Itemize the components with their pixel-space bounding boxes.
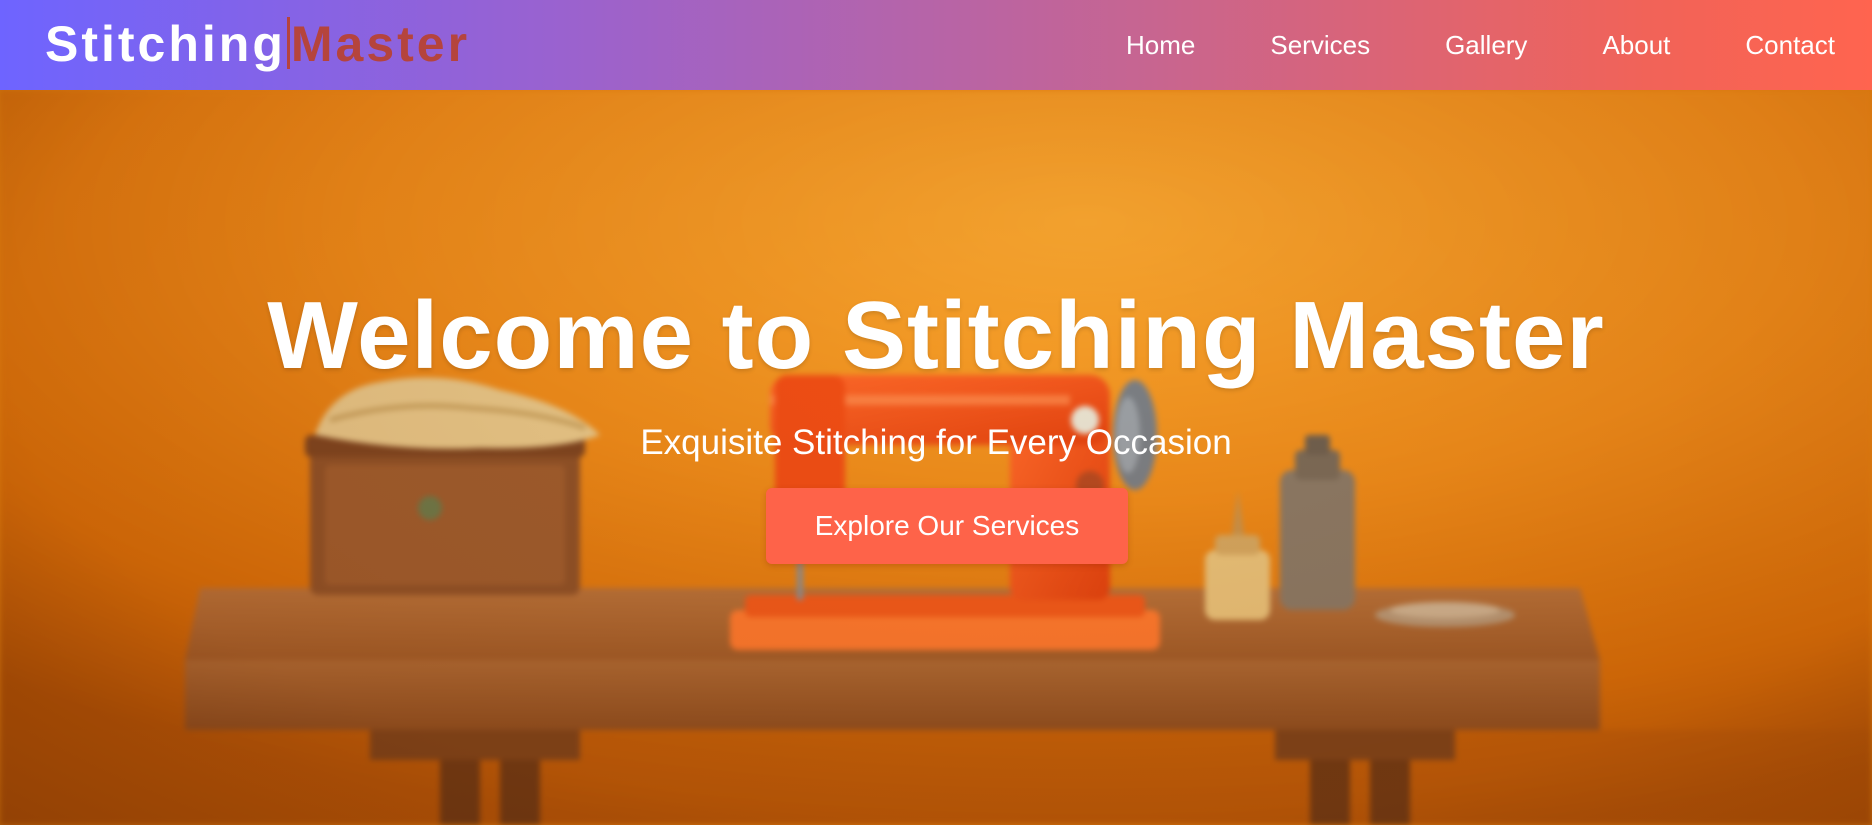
nav-link-services[interactable]: Services xyxy=(1270,30,1370,61)
hero-subtitle: Exquisite Stitching for Every Occasion xyxy=(640,423,1232,462)
brand-name-part1: Stitching xyxy=(45,16,286,72)
brand-caret xyxy=(286,17,290,69)
hero-section: Welcome to Stitching Master Exquisite St… xyxy=(0,90,1872,825)
nav-link-home[interactable]: Home xyxy=(1126,30,1195,61)
nav-menu: Home Services Gallery About Contact xyxy=(1126,0,1835,90)
brand-name-part2: Master xyxy=(290,16,471,72)
hero-title: Welcome to Stitching Master xyxy=(267,282,1605,389)
brand-logo[interactable]: Stitching Master xyxy=(45,14,470,74)
hero-content: Welcome to Stitching Master Exquisite St… xyxy=(0,90,1872,825)
nav-link-contact[interactable]: Contact xyxy=(1745,30,1835,61)
nav-link-gallery[interactable]: Gallery xyxy=(1445,30,1527,61)
page: Stitching Master Home Services Gallery Ab… xyxy=(0,0,1872,825)
navbar: Stitching Master Home Services Gallery Ab… xyxy=(0,0,1872,90)
explore-services-button[interactable]: Explore Our Services xyxy=(766,488,1128,564)
nav-link-about[interactable]: About xyxy=(1602,30,1670,61)
